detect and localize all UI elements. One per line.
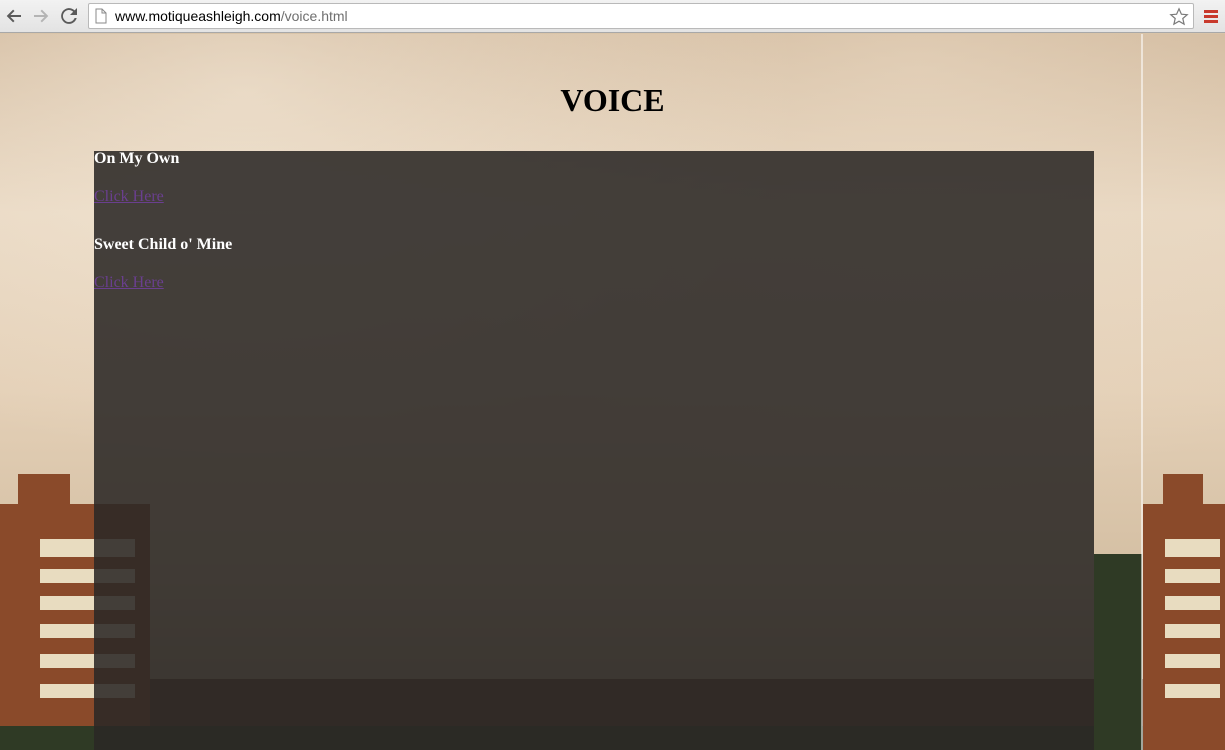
url-text[interactable]: www.motiqueashleigh.com/voice.html xyxy=(115,8,348,24)
song-title: Sweet Child o' Mine xyxy=(94,236,233,253)
star-icon[interactable] xyxy=(1169,7,1189,27)
url-host: www.motiqueashleigh.com xyxy=(115,8,281,24)
page-title: VOICE xyxy=(560,82,665,118)
menu-icon[interactable] xyxy=(1200,6,1222,26)
forward-arrow-icon xyxy=(34,9,49,23)
page-icon xyxy=(95,8,107,24)
content-panel xyxy=(94,151,1094,750)
forward-button[interactable] xyxy=(30,5,52,27)
song-title: On My Own xyxy=(94,150,180,167)
page-viewport: VOICE On My Own Click Here Sweet Child o… xyxy=(0,34,1225,750)
reload-icon xyxy=(61,8,77,24)
song-link-sweet-child[interactable]: Click Here xyxy=(94,274,164,292)
browser-toolbar: www.motiqueashleigh.com/voice.html xyxy=(0,0,1225,33)
url-path: /voice.html xyxy=(280,8,348,24)
back-button[interactable] xyxy=(3,5,25,27)
reload-button[interactable] xyxy=(58,5,80,27)
song-link-on-my-own[interactable]: Click Here xyxy=(94,188,164,206)
back-arrow-icon xyxy=(6,9,21,23)
address-bar[interactable]: www.motiqueashleigh.com/voice.html xyxy=(88,3,1194,29)
